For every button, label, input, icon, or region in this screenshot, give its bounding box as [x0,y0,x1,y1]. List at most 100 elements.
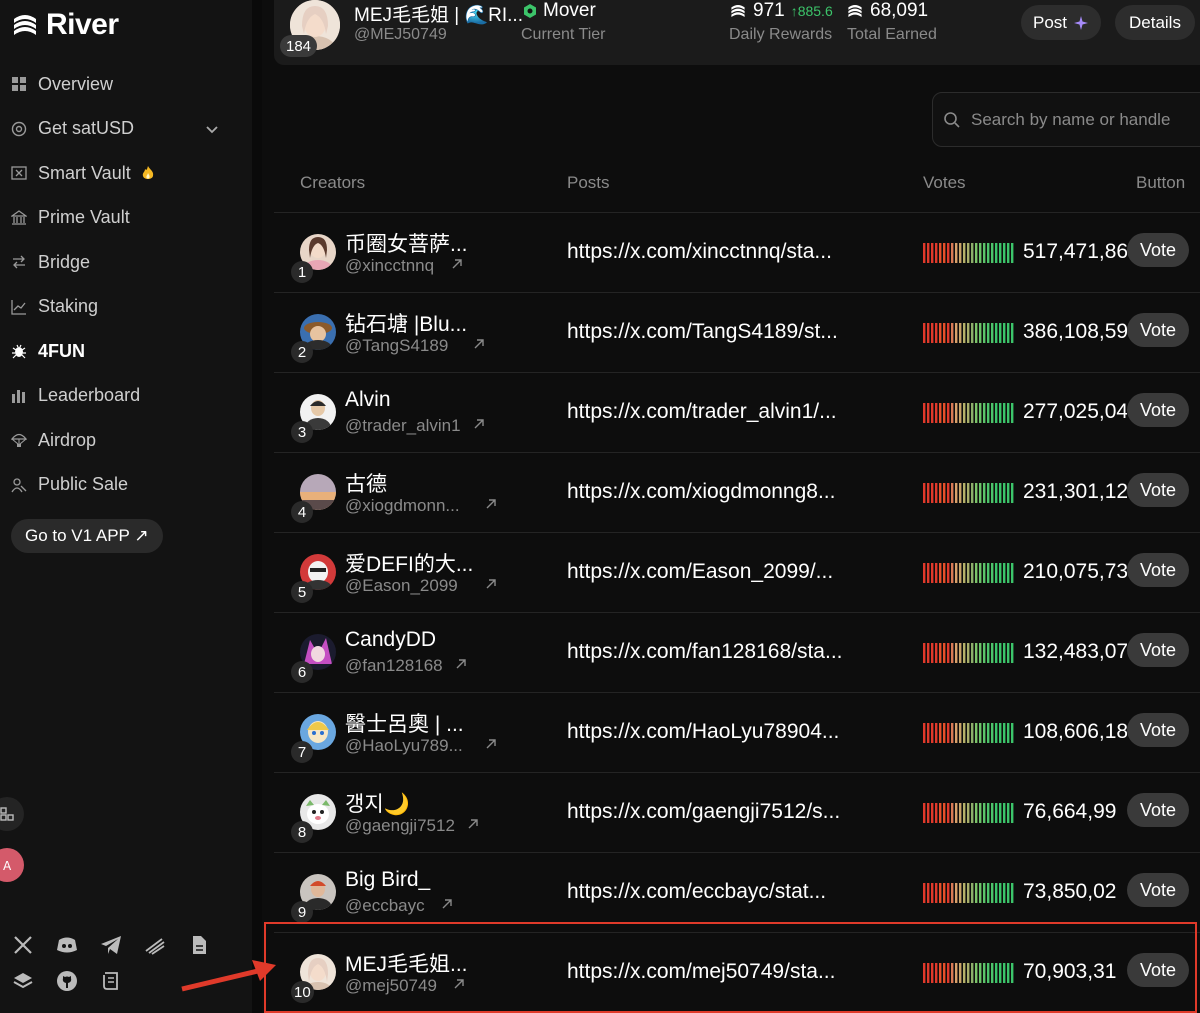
vote-button[interactable]: Vote [1127,713,1189,747]
apps-icon-button[interactable] [0,797,24,831]
sidebar-item-smart-vault[interactable]: Smart Vault [0,151,252,196]
vote-button[interactable]: Vote [1127,873,1189,907]
creator-handle[interactable]: @Eason_2099 [345,576,458,596]
sidebar-item-4fun[interactable]: 4FUN [0,329,252,374]
external-link-icon[interactable] [467,818,479,830]
creator-handle[interactable]: @eccbayc [345,896,425,916]
vote-button[interactable]: Vote [1127,793,1189,827]
vote-strength-bar [991,803,994,823]
highlight-box [264,922,1197,1013]
creator-name[interactable]: 币圈女菩萨... [345,228,468,258]
vote-strength-bar [939,403,942,423]
vote-strength-bar [955,883,958,903]
docs-icon[interactable] [188,934,210,956]
table-row: 1 币圈女菩萨... @xincctnnq https://x.com/xincctn… [274,212,1200,293]
external-link-icon[interactable] [451,258,463,270]
post-link[interactable]: https://x.com/gaengji7512/s... [567,800,840,824]
external-link-icon[interactable] [455,658,467,670]
telegram-icon[interactable] [100,934,122,956]
sidebar-item-staking[interactable]: Staking [0,285,252,330]
post-button[interactable]: Post [1021,5,1102,40]
vote-strength-bar [971,723,974,743]
post-link[interactable]: https://x.com/Eason_2099/... [567,560,833,584]
post-link[interactable]: https://x.com/eccbayc/stat... [567,880,826,904]
github-icon[interactable] [56,970,78,992]
creator-handle[interactable]: @gaengji7512 [345,816,455,836]
vote-strength-bar [983,723,986,743]
post-link[interactable]: https://x.com/fan128168/sta... [567,640,843,664]
post-link[interactable]: https://x.com/HaoLyu78904... [567,720,839,744]
vote-strength-bar [967,723,970,743]
vote-strength-bar [1011,563,1014,583]
creator-handle[interactable]: @HaoLyu789... [345,736,463,756]
vote-strength-bar [959,403,962,423]
vote-strength-bar [991,323,994,343]
post-link[interactable]: https://x.com/trader_alvin1/... [567,400,837,424]
post-link[interactable]: https://x.com/TangS4189/st... [567,320,838,344]
vote-button[interactable]: Vote [1127,393,1189,427]
vote-button[interactable]: Vote [1127,473,1189,507]
column-header-button: Button [1136,173,1186,192]
creator-name[interactable]: 갱지🌙 [345,788,410,818]
vote-button[interactable]: Vote [1127,553,1189,587]
creator-search[interactable] [932,92,1200,147]
creator-name[interactable]: CandyDD [345,628,436,652]
external-link-icon[interactable] [473,338,485,350]
sidebar-item-public-sale[interactable]: Public Sale [0,463,252,508]
creator-handle[interactable]: @xincctnnq [345,256,434,276]
tier-badge-icon [524,4,536,18]
external-link-icon[interactable] [485,498,497,510]
chart-icon [11,299,27,315]
language-icon-button[interactable]: A [0,848,24,882]
mirror-icon[interactable] [144,934,166,956]
external-link-icon[interactable] [485,578,497,590]
external-link-icon[interactable] [473,418,485,430]
creator-name[interactable]: Alvin [345,388,391,412]
creator-name[interactable]: 古德 [345,468,387,498]
vote-strength-bar [1003,403,1006,423]
x-twitter-icon[interactable] [12,934,34,956]
sidebar-item-overview[interactable]: Overview [0,62,252,107]
post-link[interactable]: https://x.com/xincctnnq/sta... [567,240,832,264]
sidebar-item-bridge[interactable]: Bridge [0,240,252,285]
sidebar-item-leaderboard[interactable]: Leaderboard [0,374,252,419]
post-link[interactable]: https://x.com/xiogdmonng8... [567,480,835,504]
creator-handle[interactable]: @trader_alvin1 [345,416,461,436]
parachute-icon [11,432,27,448]
vote-strength-bar [939,563,942,583]
creator-handle[interactable]: @xiogdmonn... [345,496,460,516]
fire-icon [142,166,153,180]
chevron-down-icon[interactable] [204,121,220,137]
creator-name[interactable]: 钻石塘 |Blu... [345,308,467,338]
external-link-icon[interactable] [485,738,497,750]
vote-strength-bar [951,803,954,823]
go-to-v1-app-button[interactable]: Go to V1 APP ↗ [11,519,163,553]
vote-button[interactable]: Vote [1127,633,1189,667]
sidebar-item-get-satusd[interactable]: Get satUSD [0,107,252,152]
creator-name[interactable]: Big Bird_ [345,868,430,892]
vote-strength-bar [991,883,994,903]
brand-logo[interactable]: River [10,8,119,42]
creator-handle[interactable]: @fan128168 [345,656,443,676]
vote-button[interactable]: Vote [1127,313,1189,347]
translate-icon: A [3,859,12,873]
layers-icon[interactable] [12,970,34,992]
vote-strength-bar [943,323,946,343]
scroll-icon[interactable] [100,970,122,992]
vote-button[interactable]: Vote [1127,233,1189,267]
vote-strength-bar [975,723,978,743]
vote-count: 76,664,99 [1023,800,1117,823]
discord-icon[interactable] [56,934,78,956]
details-button[interactable]: Details [1115,5,1195,40]
search-input[interactable] [969,108,1200,131]
creator-name[interactable]: 醫士呂奧 | ... [345,708,464,738]
external-link-icon[interactable] [441,898,453,910]
sidebar-item-airdrop[interactable]: Airdrop [0,418,252,463]
vote-strength-bar [963,243,966,263]
creator-name[interactable]: 爱DEFI的大... [345,548,473,578]
vote-strength-bar [959,483,962,503]
sidebar-item-prime-vault[interactable]: Prime Vault [0,196,252,241]
vote-strength-bar [931,483,934,503]
creator-handle[interactable]: @TangS4189 [345,336,448,356]
sidebar-item-label: Public Sale [38,474,129,495]
